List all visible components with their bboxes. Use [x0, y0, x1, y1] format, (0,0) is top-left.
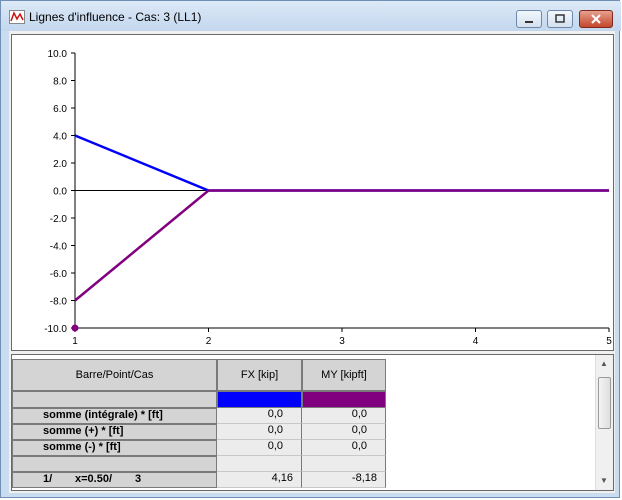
- row-label-sum-integral: somme (intégrale) * [ft]: [12, 408, 217, 424]
- table-vertical-scrollbar[interactable]: ▲ ▼: [595, 355, 613, 490]
- spacer-row-fx: [217, 456, 302, 472]
- title-bar[interactable]: Lignes d'influence - Cas: 3 (LL1): [1, 1, 621, 31]
- color-row-label: [12, 391, 217, 408]
- y-tick-label: 0.0: [53, 187, 67, 198]
- sum-integral-my-value: 0,0: [302, 408, 386, 424]
- sum-positive-my-value: 0,0: [302, 424, 386, 440]
- data-row-my-value[interactable]: -8,18: [302, 472, 386, 488]
- x-tick-label: 4: [473, 336, 479, 347]
- data-row-fx-value[interactable]: 4,16: [217, 472, 302, 488]
- y-tick-label: 10.0: [48, 49, 68, 60]
- series-line-2: [74, 189, 609, 302]
- y-tick-label: -4.0: [50, 242, 68, 253]
- scroll-up-arrow-icon[interactable]: ▲: [600, 359, 608, 368]
- sum-negative-fx-value: 0,0: [217, 440, 302, 456]
- spacer-row-label: [12, 456, 217, 472]
- scroll-down-arrow-icon[interactable]: ▼: [600, 476, 608, 485]
- window-title: Lignes d'influence - Cas: 3 (LL1): [29, 10, 202, 24]
- chart-plot: 10.0 8.0 6.0 4.0 2.0 0.0 -2.0 -4.0 -6.0 -8.0 -10.0…: [44, 49, 612, 347]
- spacer-row-my: [302, 456, 386, 472]
- row-label-sum-negative: somme (-) * [ft]: [12, 440, 217, 456]
- sum-negative-my-value: 0,0: [302, 440, 386, 456]
- minimize-icon: [525, 21, 533, 23]
- y-tick-label: -2.0: [50, 214, 68, 225]
- y-tick-label: 6.0: [53, 104, 67, 115]
- column-header-fx[interactable]: FX [kip]: [217, 359, 302, 391]
- maximize-icon: [555, 14, 565, 23]
- y-tick-label: -10.0: [44, 324, 67, 335]
- sum-positive-fx-value: 0,0: [217, 424, 302, 440]
- series-line-1: [74, 134, 609, 192]
- close-icon: [591, 14, 601, 24]
- influence-line-app-icon: [9, 10, 25, 24]
- position-marker: [71, 324, 79, 332]
- x-tick-label: 2: [206, 336, 212, 347]
- fx-series-color-swatch: [217, 391, 302, 408]
- x-tick-label: 5: [606, 336, 612, 347]
- y-tick-label: -8.0: [50, 297, 68, 308]
- window-client-area: 10.0 8.0 6.0 4.0 2.0 0.0 -2.0 -4.0 -6.0 -8.0 -10.0…: [9, 31, 615, 493]
- my-series-color-swatch: [302, 391, 386, 408]
- influence-line-chart: 10.0 8.0 6.0 4.0 2.0 0.0 -2.0 -4.0 -6.0 -8.0 -10.0…: [11, 34, 614, 351]
- data-row-label[interactable]: 1/ x=0.50/ 3: [12, 472, 217, 488]
- scrollbar-thumb[interactable]: [598, 377, 611, 429]
- influence-lines-window: Lignes d'influence - Cas: 3 (LL1) 10.0 8.…: [0, 0, 621, 498]
- minimize-button[interactable]: [516, 10, 542, 28]
- maximize-button[interactable]: [547, 10, 573, 28]
- sum-integral-fx-value: 0,0: [217, 408, 302, 424]
- data-row-position: x=0.50/: [75, 473, 113, 485]
- data-row-bar: 1/: [43, 473, 53, 485]
- column-header-bar-point-case[interactable]: Barre/Point/Cas: [12, 359, 217, 391]
- column-header-my[interactable]: MY [kipft]: [302, 359, 386, 391]
- results-table: Barre/Point/Cas FX [kip] MY [kipft] somm…: [11, 354, 614, 491]
- row-label-sum-positive: somme (+) * [ft]: [12, 424, 217, 440]
- close-button[interactable]: [579, 10, 613, 28]
- x-tick-label: 3: [339, 336, 345, 347]
- y-tick-label: 4.0: [53, 132, 67, 143]
- y-tick-label: 2.0: [53, 159, 67, 170]
- data-row-case: 3: [135, 473, 142, 485]
- y-tick-label: -6.0: [50, 269, 68, 280]
- y-tick-label: 8.0: [53, 77, 67, 88]
- x-tick-label: 1: [72, 336, 78, 347]
